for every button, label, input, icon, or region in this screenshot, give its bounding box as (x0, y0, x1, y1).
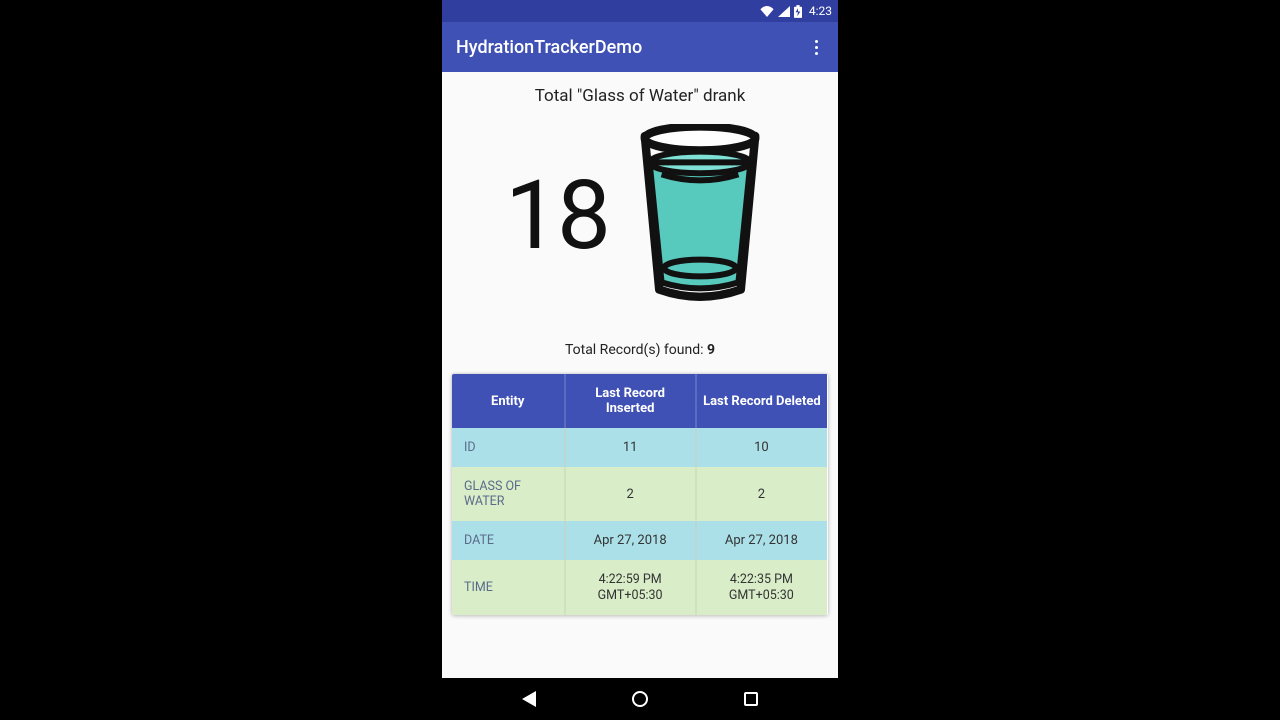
records-count: 9 (707, 342, 715, 358)
records-table-card: Entity Last Record Inserted Last Record … (452, 374, 828, 615)
records-label: Total Record(s) found: (565, 342, 707, 358)
row-entity: ID (452, 428, 565, 467)
battery-charging-icon (794, 5, 802, 18)
android-nav-bar (442, 678, 838, 720)
app-title: HydrationTrackerDemo (456, 37, 642, 58)
records-table: Entity Last Record Inserted Last Record … (452, 374, 828, 615)
row-inserted: 11 (565, 428, 696, 467)
row-inserted: 2 (565, 467, 696, 521)
back-triangle-icon (522, 691, 536, 707)
row-deleted: 10 (696, 428, 827, 467)
row-inserted: 4:22:59 PM GMT+05:30 (565, 560, 696, 615)
row-deleted: 2 (696, 467, 827, 521)
wifi-icon (760, 6, 774, 17)
row-entity: TIME (452, 560, 565, 615)
table-row: DATE Apr 27, 2018 Apr 27, 2018 (452, 521, 827, 560)
water-glass-icon (625, 124, 775, 308)
row-inserted: Apr 27, 2018 (565, 521, 696, 560)
row-deleted: Apr 27, 2018 (696, 521, 827, 560)
table-header-row: Entity Last Record Inserted Last Record … (452, 374, 827, 428)
col-entity: Entity (452, 374, 565, 428)
app-bar: HydrationTrackerDemo (442, 22, 838, 72)
row-entity: GLASS OF WATER (452, 467, 565, 521)
main-content: Total "Glass of Water" drank 18 (442, 72, 838, 374)
row-deleted: 4:22:35 PM GMT+05:30 (696, 560, 827, 615)
cell-signal-icon (778, 6, 790, 17)
total-heading: Total "Glass of Water" drank (535, 86, 746, 106)
count-row: 18 (505, 124, 775, 308)
col-inserted: Last Record Inserted (565, 374, 696, 428)
overflow-menu-icon[interactable] (809, 34, 824, 61)
phone-frame: 4:23 HydrationTrackerDemo Total "Glass o… (442, 0, 838, 720)
glass-count: 18 (505, 168, 609, 264)
nav-home-button[interactable] (616, 683, 664, 715)
row-entity: DATE (452, 521, 565, 560)
table-row: ID 11 10 (452, 428, 827, 467)
nav-back-button[interactable] (505, 683, 553, 715)
col-deleted: Last Record Deleted (696, 374, 827, 428)
status-clock: 4:23 (809, 4, 832, 18)
home-circle-icon (632, 691, 648, 707)
recents-square-icon (744, 692, 758, 706)
records-found: Total Record(s) found: 9 (565, 342, 715, 358)
table-row: GLASS OF WATER 2 2 (452, 467, 827, 521)
status-bar: 4:23 (442, 0, 838, 22)
table-row: TIME 4:22:59 PM GMT+05:30 4:22:35 PM GMT… (452, 560, 827, 615)
nav-recents-button[interactable] (727, 683, 775, 715)
